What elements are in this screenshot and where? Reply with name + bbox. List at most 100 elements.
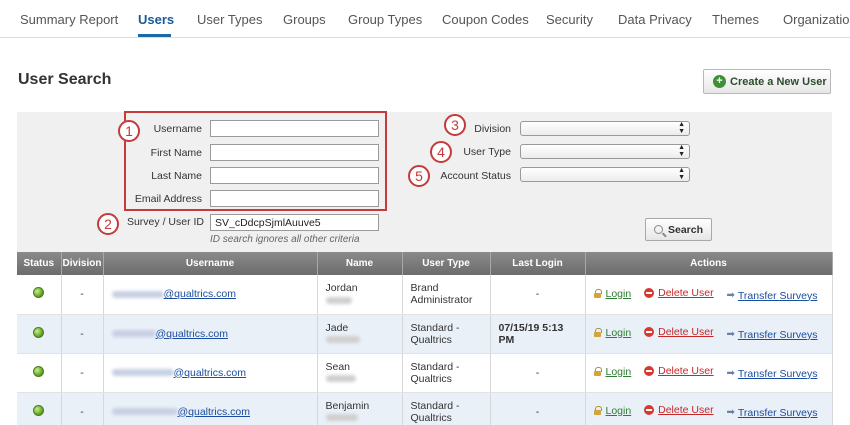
column-header-name[interactable]: Name — [317, 252, 403, 275]
name-cell: Jade — [317, 314, 403, 354]
callout-2: 2 — [97, 213, 119, 235]
tab-security[interactable]: Security — [546, 12, 593, 27]
user-results-table: Status Division Username Name User Type … — [17, 252, 833, 425]
search-button[interactable]: Search — [645, 218, 712, 241]
id-search-hint: ID search ignores all other criteria — [210, 234, 360, 245]
create-new-user-button[interactable]: + Create a New User — [703, 69, 831, 94]
callout-3: 3 — [444, 114, 466, 136]
tab-organization[interactable]: Organization — [783, 12, 850, 27]
active-status-icon — [33, 365, 45, 377]
login-action[interactable]: Login — [593, 366, 632, 378]
division-select[interactable]: ▲ ▼ — [520, 121, 690, 136]
delete-user-action[interactable]: Delete User — [644, 287, 714, 299]
delete-user-action[interactable]: Delete User — [644, 365, 714, 377]
magnifier-icon — [653, 225, 663, 234]
survey-user-id-input[interactable] — [210, 214, 379, 231]
transfer-surveys-link[interactable]: Transfer Surveys — [738, 329, 818, 341]
search-button-label: Search — [667, 223, 704, 236]
user-type-cell: Standard - Qualtrics — [402, 353, 491, 393]
delete-user-link[interactable]: Delete User — [658, 287, 713, 299]
table-row: - @qualtrics.com Sean Standard - Qualtri… — [17, 353, 833, 393]
active-status-icon — [33, 326, 45, 338]
user-type-cell: Standard - Qualtrics — [402, 392, 491, 425]
login-action[interactable]: Login — [593, 327, 632, 339]
delete-icon — [644, 366, 655, 377]
last-login-cell: - — [490, 275, 586, 315]
tab-themes[interactable]: Themes — [712, 12, 759, 27]
column-header-status[interactable]: Status — [17, 252, 62, 275]
select-arrows-icon: ▲ ▼ — [678, 144, 685, 158]
username-cell: @qualtrics.com — [103, 353, 318, 393]
transfer-surveys-action[interactable]: ➡ Transfer Surveys — [727, 407, 818, 419]
transfer-surveys-link[interactable]: Transfer Surveys — [738, 368, 818, 380]
division-cell: - — [61, 275, 104, 315]
division-cell: - — [61, 353, 104, 393]
select-arrows-icon: ▲ ▼ — [678, 167, 685, 181]
redacted-last-name — [325, 336, 360, 344]
account-status-select[interactable]: ▲ ▼ — [520, 167, 690, 182]
tab-user-types[interactable]: User Types — [197, 12, 263, 27]
tab-data-privacy[interactable]: Data Privacy — [618, 12, 692, 27]
active-tab-indicator — [138, 34, 171, 37]
lock-icon — [593, 406, 602, 416]
login-link[interactable]: Login — [606, 405, 632, 417]
survey-user-id-label: Survey / User ID — [126, 216, 204, 228]
first-name: Sean — [325, 360, 351, 373]
redacted-last-name — [325, 414, 358, 422]
name-cell: Jordan — [317, 275, 403, 315]
email-domain: @qualtrics.com — [177, 405, 251, 418]
tab-groups[interactable]: Groups — [283, 12, 326, 27]
table-row: - @qualtrics.com Jade Standard - Qualtri… — [17, 314, 833, 354]
division-cell: - — [61, 392, 104, 425]
username-link[interactable]: @qualtrics.com — [111, 288, 236, 300]
tab-summary-report[interactable]: Summary Report — [20, 12, 118, 27]
actions-cell: Login Delete User ➡ Transfer Surveys — [585, 275, 833, 315]
lock-icon — [593, 367, 602, 377]
arrow-right-icon: ➡ — [726, 290, 735, 301]
login-link[interactable]: Login — [606, 327, 632, 339]
create-new-user-label: Create a New User — [730, 75, 827, 88]
login-link[interactable]: Login — [606, 366, 632, 378]
status-cell — [17, 314, 62, 354]
login-action[interactable]: Login — [593, 405, 632, 417]
user-type-cell: Brand Administrator — [402, 275, 491, 315]
tab-group-types[interactable]: Group Types — [348, 12, 422, 27]
callout-4: 4 — [430, 141, 452, 163]
column-header-last-login[interactable]: Last Login — [490, 252, 586, 275]
redacted-text — [111, 408, 178, 416]
page-title: User Search — [18, 71, 112, 88]
delete-user-link[interactable]: Delete User — [658, 404, 713, 416]
delete-user-link[interactable]: Delete User — [658, 365, 713, 377]
name-cell: Sean — [317, 353, 403, 393]
table-row: - @qualtrics.com Benjamin Standard - Qua… — [17, 392, 833, 425]
top-navigation: Summary Report Users User Types Groups G… — [0, 0, 850, 38]
column-header-division[interactable]: Division — [61, 252, 104, 275]
tab-users[interactable]: Users — [138, 12, 174, 27]
transfer-surveys-link[interactable]: Transfer Surveys — [738, 407, 818, 419]
transfer-surveys-action[interactable]: ➡ Transfer Surveys — [727, 368, 818, 380]
transfer-surveys-link[interactable]: Transfer Surveys — [738, 290, 818, 302]
column-header-username[interactable]: Username — [103, 252, 318, 275]
plus-circle-icon: + — [713, 75, 726, 88]
status-cell — [17, 392, 62, 425]
user-type-select[interactable]: ▲ ▼ — [520, 144, 690, 159]
login-link[interactable]: Login — [606, 288, 632, 300]
division-cell: - — [61, 314, 104, 354]
column-header-user-type[interactable]: User Type — [402, 252, 491, 275]
transfer-surveys-action[interactable]: ➡ Transfer Surveys — [727, 290, 818, 302]
delete-user-action[interactable]: Delete User — [644, 404, 714, 416]
username-link[interactable]: @qualtrics.com — [111, 367, 246, 379]
redacted-last-name — [325, 375, 356, 383]
username-link[interactable]: @qualtrics.com — [111, 328, 228, 340]
arrow-right-icon: ➡ — [726, 368, 735, 380]
transfer-surveys-action[interactable]: ➡ Transfer Surveys — [727, 329, 818, 341]
delete-user-link[interactable]: Delete User — [658, 326, 713, 338]
delete-icon — [644, 327, 655, 338]
lock-icon — [593, 328, 602, 338]
name-cell: Benjamin — [317, 392, 403, 425]
delete-user-action[interactable]: Delete User — [644, 326, 714, 338]
table-row: - @qualtrics.com Jordan Brand Administra… — [17, 275, 833, 315]
tab-coupon-codes[interactable]: Coupon Codes — [442, 12, 529, 27]
login-action[interactable]: Login — [593, 288, 632, 300]
username-link[interactable]: @qualtrics.com — [111, 405, 251, 418]
